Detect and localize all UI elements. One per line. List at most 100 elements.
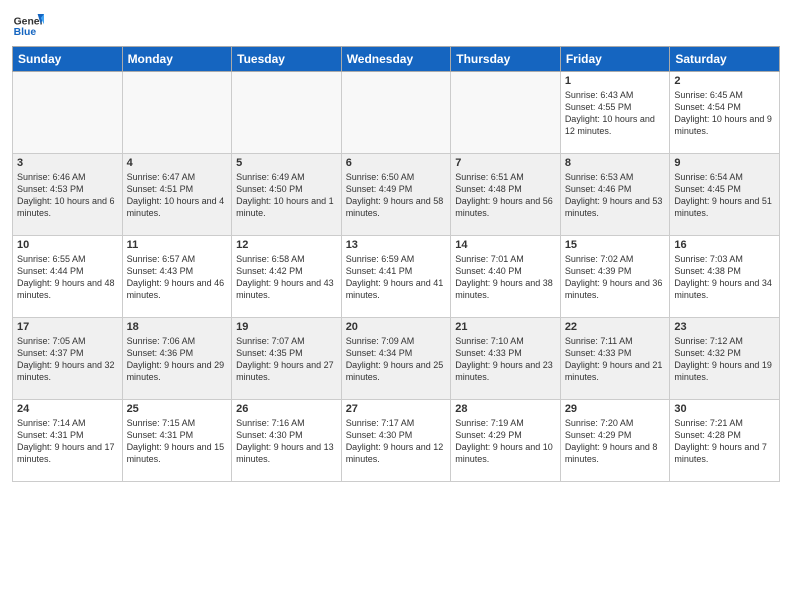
calendar-cell: 24 Sunrise: 7:14 AM Sunset: 4:31 PM Dayli…	[13, 400, 123, 482]
day-number: 7	[455, 157, 556, 169]
svg-text:Blue: Blue	[14, 27, 37, 38]
calendar-cell: 20 Sunrise: 7:09 AM Sunset: 4:34 PM Dayli…	[341, 318, 451, 400]
day-number: 26	[236, 403, 337, 415]
calendar-cell: 7 Sunrise: 6:51 AM Sunset: 4:48 PM Daylig…	[451, 154, 561, 236]
calendar-week-row: 3 Sunrise: 6:46 AM Sunset: 4:53 PM Daylig…	[13, 154, 780, 236]
day-number: 19	[236, 321, 337, 333]
calendar-week-row: 10 Sunrise: 6:55 AM Sunset: 4:44 PM Dayli…	[13, 236, 780, 318]
calendar-cell	[451, 72, 561, 154]
col-header-friday: Friday	[560, 47, 670, 72]
day-info: Sunrise: 6:54 AM Sunset: 4:45 PM Dayligh…	[674, 171, 775, 220]
calendar-cell: 26 Sunrise: 7:16 AM Sunset: 4:30 PM Dayli…	[232, 400, 342, 482]
day-info: Sunrise: 7:11 AM Sunset: 4:33 PM Dayligh…	[565, 335, 666, 384]
day-info: Sunrise: 6:45 AM Sunset: 4:54 PM Dayligh…	[674, 89, 775, 138]
calendar-cell: 1 Sunrise: 6:43 AM Sunset: 4:55 PM Daylig…	[560, 72, 670, 154]
day-number: 1	[565, 75, 666, 87]
day-number: 13	[346, 239, 447, 251]
calendar-cell: 11 Sunrise: 6:57 AM Sunset: 4:43 PM Dayli…	[122, 236, 232, 318]
day-info: Sunrise: 7:01 AM Sunset: 4:40 PM Dayligh…	[455, 253, 556, 302]
day-info: Sunrise: 6:53 AM Sunset: 4:46 PM Dayligh…	[565, 171, 666, 220]
calendar-cell: 23Sunrise: 7:12 AM Sunset: 4:32 PM Dayli…	[670, 318, 780, 400]
calendar-cell: 4 Sunrise: 6:47 AM Sunset: 4:51 PM Daylig…	[122, 154, 232, 236]
day-info: Sunrise: 7:07 AM Sunset: 4:35 PM Dayligh…	[236, 335, 337, 384]
day-info: Sunrise: 7:19 AM Sunset: 4:29 PM Dayligh…	[455, 417, 556, 466]
day-info: Sunrise: 7:14 AM Sunset: 4:31 PM Dayligh…	[17, 417, 118, 466]
calendar-cell: 13 Sunrise: 6:59 AM Sunset: 4:41 PM Dayli…	[341, 236, 451, 318]
day-info: Sunrise: 6:49 AM Sunset: 4:50 PM Dayligh…	[236, 171, 337, 220]
day-info: Sunrise: 7:17 AM Sunset: 4:30 PM Dayligh…	[346, 417, 447, 466]
day-number: 6	[346, 157, 447, 169]
day-info: Sunrise: 7:05 AM Sunset: 4:37 PM Dayligh…	[17, 335, 118, 384]
calendar-cell: 28 Sunrise: 7:19 AM Sunset: 4:29 PM Dayli…	[451, 400, 561, 482]
day-info: Sunrise: 6:55 AM Sunset: 4:44 PM Dayligh…	[17, 253, 118, 302]
calendar-cell	[341, 72, 451, 154]
day-info: Sunrise: 6:59 AM Sunset: 4:41 PM Dayligh…	[346, 253, 447, 302]
calendar-cell: 22 Sunrise: 7:11 AM Sunset: 4:33 PM Dayli…	[560, 318, 670, 400]
day-number: 2	[674, 75, 775, 87]
calendar-cell: 5 Sunrise: 6:49 AM Sunset: 4:50 PM Daylig…	[232, 154, 342, 236]
calendar-table: SundayMondayTuesdayWednesdayThursdayFrid…	[12, 46, 780, 482]
day-info: Sunrise: 7:12 AM Sunset: 4:32 PM Dayligh…	[674, 335, 775, 384]
day-info: Sunrise: 7:16 AM Sunset: 4:30 PM Dayligh…	[236, 417, 337, 466]
calendar-cell: 25 Sunrise: 7:15 AM Sunset: 4:31 PM Dayli…	[122, 400, 232, 482]
day-number: 22	[565, 321, 666, 333]
day-number: 11	[127, 239, 228, 251]
day-number: 18	[127, 321, 228, 333]
day-info: Sunrise: 7:06 AM Sunset: 4:36 PM Dayligh…	[127, 335, 228, 384]
calendar-header-row: SundayMondayTuesdayWednesdayThursdayFrid…	[13, 47, 780, 72]
col-header-wednesday: Wednesday	[341, 47, 451, 72]
day-number: 30	[674, 403, 775, 415]
calendar-cell: 29 Sunrise: 7:20 AM Sunset: 4:29 PM Dayli…	[560, 400, 670, 482]
calendar-cell	[13, 72, 123, 154]
day-number: 3	[17, 157, 118, 169]
day-info: Sunrise: 7:10 AM Sunset: 4:33 PM Dayligh…	[455, 335, 556, 384]
calendar-cell: 10 Sunrise: 6:55 AM Sunset: 4:44 PM Dayli…	[13, 236, 123, 318]
day-info: Sunrise: 6:58 AM Sunset: 4:42 PM Dayligh…	[236, 253, 337, 302]
col-header-saturday: Saturday	[670, 47, 780, 72]
calendar-cell: 15 Sunrise: 7:02 AM Sunset: 4:39 PM Dayli…	[560, 236, 670, 318]
day-number: 20	[346, 321, 447, 333]
day-number: 10	[17, 239, 118, 251]
day-info: Sunrise: 7:02 AM Sunset: 4:39 PM Dayligh…	[565, 253, 666, 302]
page-container: General Blue SundayMondayTuesdayWednesda…	[0, 0, 792, 488]
day-info: Sunrise: 6:43 AM Sunset: 4:55 PM Dayligh…	[565, 89, 666, 138]
day-info: Sunrise: 7:15 AM Sunset: 4:31 PM Dayligh…	[127, 417, 228, 466]
day-info: Sunrise: 7:20 AM Sunset: 4:29 PM Dayligh…	[565, 417, 666, 466]
calendar-cell: 2 Sunrise: 6:45 AM Sunset: 4:54 PM Daylig…	[670, 72, 780, 154]
logo: General Blue	[12, 10, 44, 42]
col-header-sunday: Sunday	[13, 47, 123, 72]
calendar-cell: 16 Sunrise: 7:03 AM Sunset: 4:38 PM Dayli…	[670, 236, 780, 318]
day-info: Sunrise: 6:51 AM Sunset: 4:48 PM Dayligh…	[455, 171, 556, 220]
day-info: Sunrise: 6:57 AM Sunset: 4:43 PM Dayligh…	[127, 253, 228, 302]
col-header-thursday: Thursday	[451, 47, 561, 72]
day-info: Sunrise: 6:50 AM Sunset: 4:49 PM Dayligh…	[346, 171, 447, 220]
calendar-cell: 9Sunrise: 6:54 AM Sunset: 4:45 PM Daylig…	[670, 154, 780, 236]
day-number: 16	[674, 239, 775, 251]
logo-icon: General Blue	[12, 10, 44, 42]
day-info: Sunrise: 7:03 AM Sunset: 4:38 PM Dayligh…	[674, 253, 775, 302]
day-info: Sunrise: 6:47 AM Sunset: 4:51 PM Dayligh…	[127, 171, 228, 220]
day-info: Sunrise: 7:09 AM Sunset: 4:34 PM Dayligh…	[346, 335, 447, 384]
day-number: 12	[236, 239, 337, 251]
calendar-cell: 14Sunrise: 7:01 AM Sunset: 4:40 PM Dayli…	[451, 236, 561, 318]
calendar-cell: 19 Sunrise: 7:07 AM Sunset: 4:35 PM Dayli…	[232, 318, 342, 400]
day-number: 4	[127, 157, 228, 169]
calendar-cell: 6 Sunrise: 6:50 AM Sunset: 4:49 PM Daylig…	[341, 154, 451, 236]
col-header-tuesday: Tuesday	[232, 47, 342, 72]
day-number: 25	[127, 403, 228, 415]
day-number: 5	[236, 157, 337, 169]
day-number: 15	[565, 239, 666, 251]
day-number: 28	[455, 403, 556, 415]
calendar-week-row: 17Sunrise: 7:05 AM Sunset: 4:37 PM Dayli…	[13, 318, 780, 400]
calendar-week-row: 24 Sunrise: 7:14 AM Sunset: 4:31 PM Dayli…	[13, 400, 780, 482]
calendar-cell: 8Sunrise: 6:53 AM Sunset: 4:46 PM Daylig…	[560, 154, 670, 236]
day-number: 24	[17, 403, 118, 415]
day-info: Sunrise: 7:21 AM Sunset: 4:28 PM Dayligh…	[674, 417, 775, 466]
calendar-cell	[232, 72, 342, 154]
day-number: 29	[565, 403, 666, 415]
col-header-monday: Monday	[122, 47, 232, 72]
day-info: Sunrise: 6:46 AM Sunset: 4:53 PM Dayligh…	[17, 171, 118, 220]
calendar-cell: 12 Sunrise: 6:58 AM Sunset: 4:42 PM Dayli…	[232, 236, 342, 318]
calendar-cell: 27Sunrise: 7:17 AM Sunset: 4:30 PM Dayli…	[341, 400, 451, 482]
calendar-cell: 17Sunrise: 7:05 AM Sunset: 4:37 PM Dayli…	[13, 318, 123, 400]
